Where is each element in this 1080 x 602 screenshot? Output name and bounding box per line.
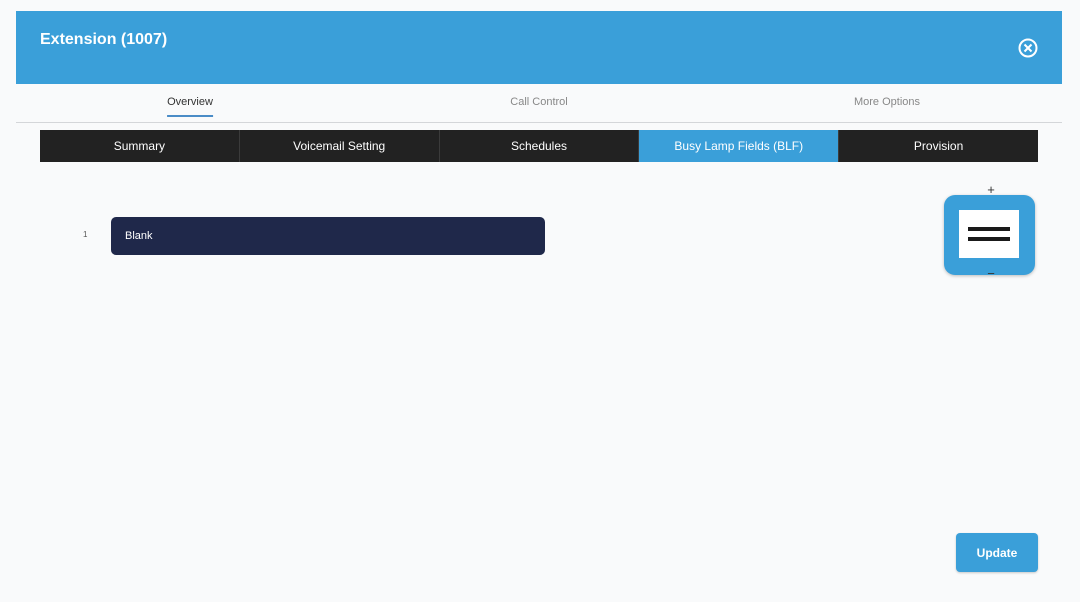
tab-schedules[interactable]: Schedules: [439, 130, 640, 162]
extension-tab-bar: Summary Voicemail Setting Schedules Busy…: [40, 130, 1038, 162]
tab-summary[interactable]: Summary: [40, 130, 240, 162]
tab-busy-lamp-fields[interactable]: Busy Lamp Fields (BLF): [639, 130, 840, 162]
section-tabs: Overview Call Control More Options: [16, 86, 1062, 123]
tab-more-options[interactable]: More Options: [854, 96, 920, 108]
menu-icon-face: [959, 210, 1019, 258]
update-button[interactable]: Update: [956, 533, 1038, 572]
tab-call-control[interactable]: Call Control: [510, 96, 567, 108]
tab-voicemail-setting[interactable]: Voicemail Setting: [239, 130, 440, 162]
page-title: Extension (1007): [40, 31, 168, 48]
modal-header: Extension (1007): [16, 11, 1062, 84]
blf-key-number: 1: [83, 230, 88, 239]
zoom-out-icon[interactable]: −: [985, 267, 997, 280]
blf-key-value: Blank: [125, 230, 153, 242]
tab-provision[interactable]: Provision: [839, 130, 1038, 162]
blf-key-field[interactable]: Blank: [111, 217, 545, 255]
tab-overview[interactable]: Overview: [167, 96, 213, 117]
hamburger-menu-icon[interactable]: [944, 195, 1035, 275]
close-icon[interactable]: [1017, 37, 1039, 59]
